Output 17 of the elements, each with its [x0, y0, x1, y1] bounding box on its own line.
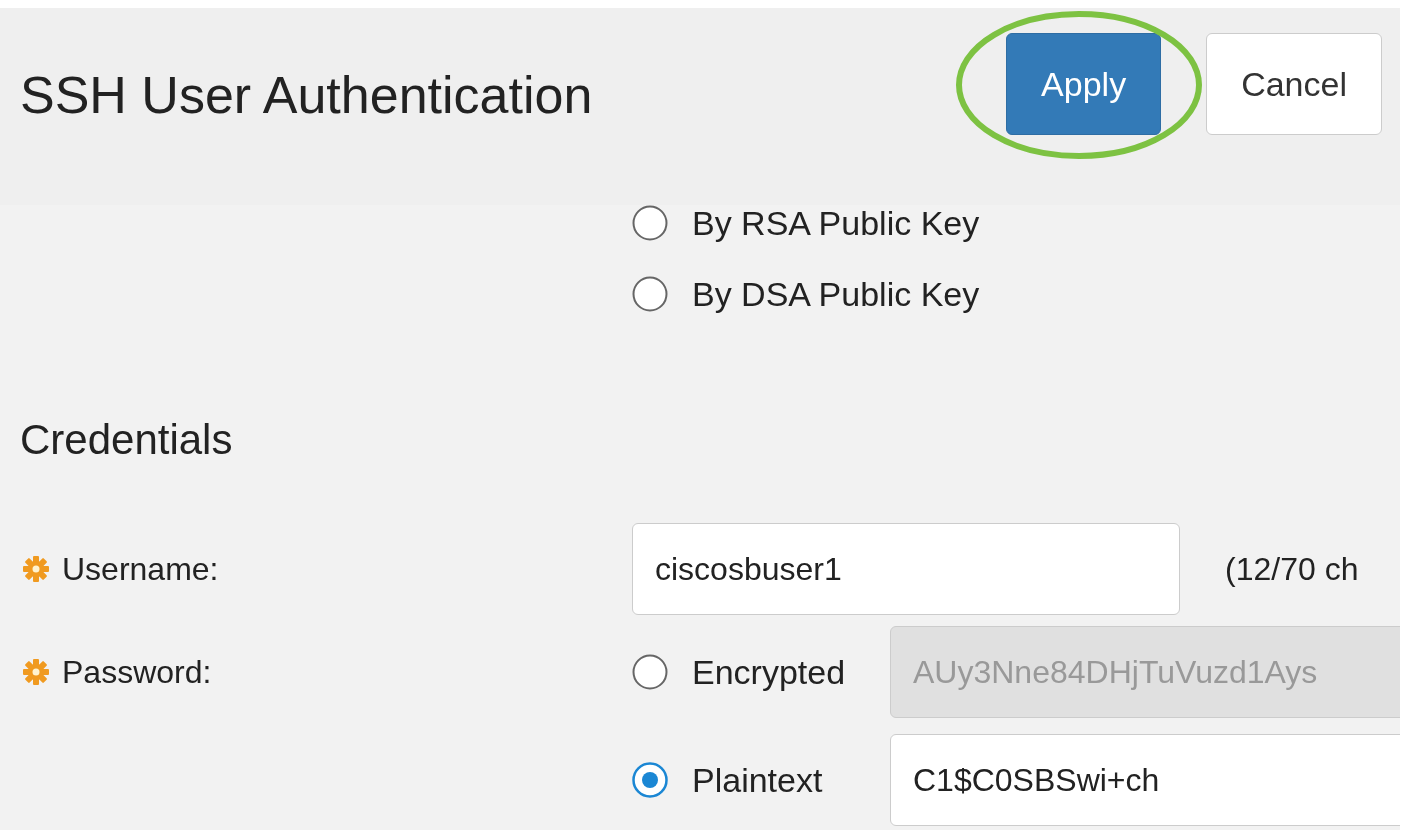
field-label: Username:	[62, 550, 219, 588]
apply-button[interactable]: Apply	[1006, 33, 1162, 135]
radio-button[interactable]	[632, 654, 668, 690]
radio-button[interactable]	[632, 205, 668, 241]
page-title: SSH User Authentication	[20, 65, 593, 126]
section-heading: Credentials	[20, 415, 234, 465]
radio-button[interactable]	[632, 276, 668, 312]
radio-label: Plaintext	[692, 760, 823, 800]
radio-button[interactable]	[632, 762, 668, 798]
cancel-button[interactable]: Cancel	[1206, 33, 1382, 135]
radio-label: Encrypted	[692, 652, 846, 692]
radio-label: By RSA Public Key	[692, 203, 980, 243]
password-field[interactable]: C1$C0SBSwi+ch	[890, 734, 1400, 826]
character-count: (12/70 ch	[1225, 550, 1359, 588]
field-label: Password:	[62, 653, 212, 691]
username-field[interactable]: ciscosbuser1	[632, 523, 1180, 615]
radio-label: By DSA Public Key	[692, 274, 980, 314]
